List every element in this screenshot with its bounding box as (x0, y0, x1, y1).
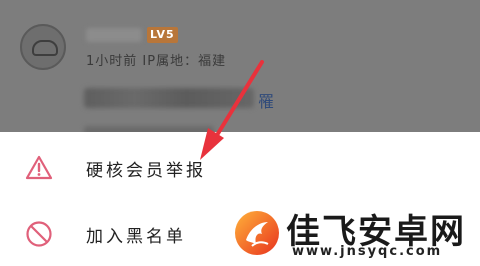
comment-text-blurred (84, 88, 254, 108)
phoenix-logo-icon (235, 211, 279, 255)
comment-meta: 1小时前 IP属地：福建 (86, 54, 227, 69)
level-badge: LV5 (147, 27, 178, 43)
user-avatar (20, 24, 66, 70)
username-blurred (86, 28, 142, 42)
comment-text-tail: 罹 (258, 92, 276, 111)
watermark-url: www.jnsyqc.com (292, 244, 443, 259)
avatar-face-icon (32, 40, 58, 56)
dimmed-comment-background[interactable]: LV5 1小时前 IP属地：福建 罹 (0, 0, 480, 135)
report-menu-item[interactable]: 硬核会员举报 (0, 136, 480, 200)
blacklist-label: 加入黑名单 (86, 227, 186, 247)
site-watermark: 佳飞安卓网 www.jnsyqc.com (226, 204, 480, 262)
report-label: 硬核会员举报 (86, 161, 206, 181)
warning-triangle-icon (25, 155, 53, 180)
prohibited-icon (26, 221, 52, 247)
